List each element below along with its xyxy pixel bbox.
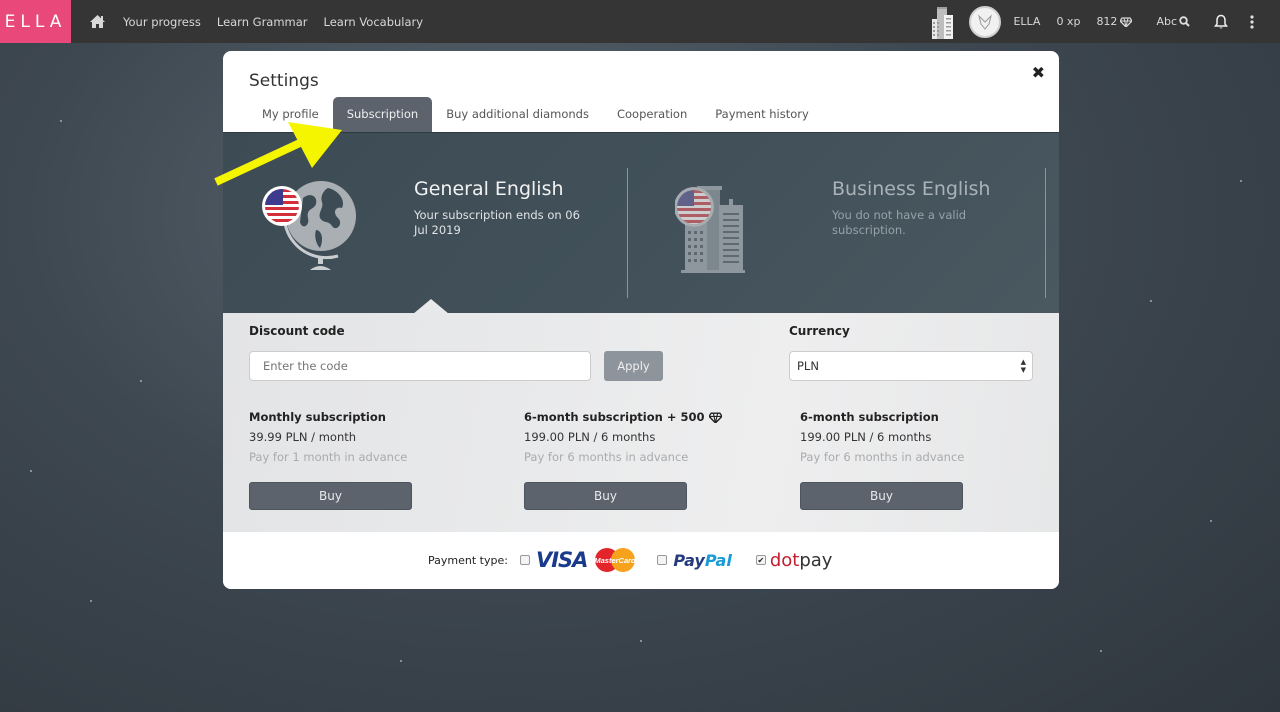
currency-label: Currency (789, 324, 850, 338)
tab-buy-additional-diamonds[interactable]: Buy additional diamonds (432, 97, 603, 132)
dictionary-label[interactable]: Abc (1156, 15, 1177, 28)
general-english-course[interactable]: General English Your subscription ends o… (223, 133, 627, 314)
pricing-section: Discount code Apply Currency PLN ▲▼ Mont… (223, 313, 1059, 532)
mastercard-logo: MasterCard (593, 547, 637, 573)
discount-code-input[interactable] (249, 351, 591, 381)
tab-payment-history[interactable]: Payment history (701, 97, 823, 132)
settings-tabs: My profile Subscription Buy additional d… (249, 97, 823, 132)
business-english-course[interactable]: Business English You do not have a valid… (628, 133, 1046, 314)
plan-name: 6-month subscription (800, 410, 939, 424)
dotpay-logo-dot: dot (769, 549, 800, 571)
dotpay-logo: dotpay (770, 550, 833, 571)
diamond-icon (708, 412, 722, 423)
xp-counter: 0 xp (1056, 15, 1081, 28)
general-english-info: General English Your subscription ends o… (414, 178, 594, 238)
visa-logo: VISA (535, 548, 588, 572)
course-divider (1045, 168, 1046, 298)
user-avatar[interactable] (969, 5, 1002, 38)
tab-cooperation[interactable]: Cooperation (603, 97, 701, 132)
dotpay-logo-pay: pay (799, 549, 833, 571)
apply-discount-button[interactable]: Apply (604, 351, 663, 381)
buy-monthly-button[interactable]: Buy (249, 482, 412, 510)
visa-mastercard-checkbox[interactable] (519, 555, 530, 565)
course-status: Your subscription ends on 06 Jul 2019 (414, 208, 580, 237)
nav-learn-grammar[interactable]: Learn Grammar (217, 15, 308, 29)
close-icon[interactable]: ✖ (1032, 63, 1045, 82)
search-icon[interactable] (1179, 16, 1190, 27)
currency-selected-value: PLN (797, 359, 819, 373)
modal-title: Settings (249, 71, 319, 91)
plan-name-row: 6-month subscription + 500 (524, 410, 722, 424)
username[interactable]: ELLA (1013, 15, 1040, 28)
settings-modal: Settings ✖ My profile Subscription Buy a… (223, 51, 1059, 589)
plan-note: Pay for 1 month in advance (249, 450, 408, 464)
course-title: General English (414, 178, 564, 200)
plan-name: 6-month subscription + 500 (524, 410, 705, 424)
paypal-logo-pal: Pal (704, 550, 732, 570)
course-selector: General English Your subscription ends o… (223, 132, 1059, 314)
diamond-icon (1120, 16, 1133, 27)
top-navigation-bar: ELLA Your progress Learn Grammar Learn V… (0, 0, 1280, 43)
course-title: Business English (832, 178, 991, 200)
plan-monthly: Monthly subscription 39.99 PLN / month P… (249, 410, 407, 464)
globe-us-flag-icon (258, 178, 363, 277)
plan-price: 199.00 PLN / 6 months (524, 430, 656, 444)
notifications-bell-icon[interactable] (1214, 14, 1228, 30)
nav-learn-vocabulary[interactable]: Learn Vocabulary (324, 15, 424, 29)
plan-name: Monthly subscription (249, 410, 386, 424)
plan-note: Pay for 6 months in advance (800, 450, 965, 464)
tab-subscription[interactable]: Subscription (332, 97, 433, 132)
payment-type-section: Payment type: VISA MasterCard PayPal ✔ d… (223, 532, 1059, 589)
ella-logo[interactable]: ELLA (0, 0, 71, 43)
plan-6-month-bonus: 6-month subscription + 500 199.00 PLN / … (524, 410, 722, 464)
currency-select[interactable]: PLN ▲ ▼ (789, 351, 1033, 381)
business-buildings-icon[interactable] (929, 5, 955, 39)
plan-6-month: 6-month subscription 199.00 PLN / 6 mont… (800, 410, 964, 464)
diamond-counter: 812 (1096, 15, 1118, 28)
more-menu-icon[interactable] (1250, 14, 1254, 29)
course-status: You do not have a valid subscription. (832, 208, 967, 237)
select-arrows-icon: ▲ ▼ (1020, 358, 1026, 374)
tab-my-profile[interactable]: My profile (249, 97, 333, 132)
nav-your-progress[interactable]: Your progress (123, 15, 201, 29)
discount-code-label: Discount code (249, 324, 345, 338)
buy-6-month-button[interactable]: Buy (800, 482, 963, 510)
paypal-checkbox[interactable] (657, 555, 668, 565)
home-icon[interactable] (89, 14, 107, 30)
buildings-us-flag-icon (674, 183, 755, 277)
paypal-logo: PayPal (673, 551, 731, 570)
plan-note: Pay for 6 months in advance (524, 450, 689, 464)
payment-type-label: Payment type: (428, 553, 508, 567)
plan-price: 39.99 PLN / month (249, 430, 357, 444)
selected-course-indicator (413, 299, 449, 314)
svg-text:MasterCard: MasterCard (595, 556, 637, 565)
dotpay-checkbox[interactable]: ✔ (755, 555, 766, 565)
buy-6-month-bonus-button[interactable]: Buy (524, 482, 687, 510)
business-english-info: Business English You do not have a valid… (832, 178, 1012, 238)
plan-price: 199.00 PLN / 6 months (800, 430, 932, 444)
paypal-logo-pay: Pay (673, 550, 705, 570)
